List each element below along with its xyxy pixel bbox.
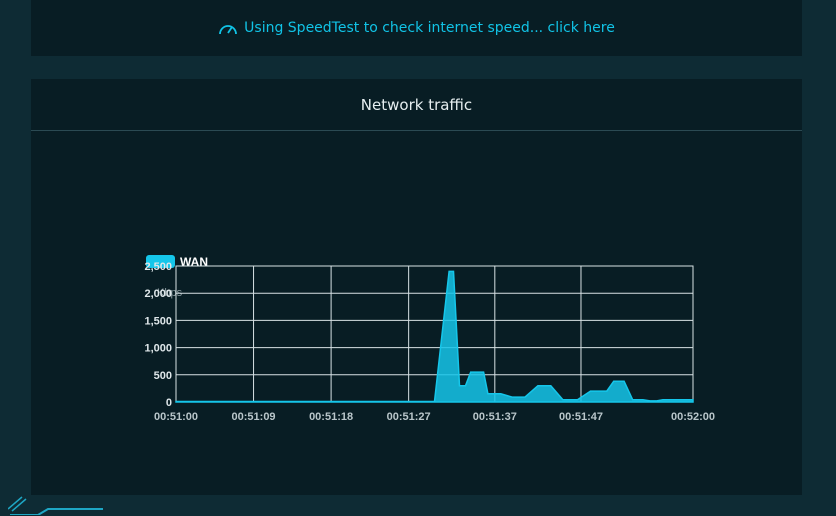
y-tick-label: 2,500 xyxy=(144,261,172,273)
speedometer-icon xyxy=(218,21,238,35)
speedtest-panel: Using SpeedTest to check internet speed.… xyxy=(31,0,802,56)
y-tick-label: 1,000 xyxy=(144,343,172,355)
x-tick-label: 00:51:00 xyxy=(154,411,198,423)
network-traffic-chart: WAN Kbps 05001,0001,5002,0002,500 00:51:… xyxy=(144,255,715,423)
legend-label-wan: WAN xyxy=(180,255,208,269)
y-tick-label: 500 xyxy=(154,370,172,382)
speedtest-link[interactable]: Using SpeedTest to check internet speed.… xyxy=(218,20,615,36)
speedtest-link-label: Using SpeedTest to check internet speed.… xyxy=(244,20,615,36)
panel-title: Network traffic xyxy=(31,79,802,131)
y-axis-ticks: 0 500 1,000 1,500 2,000 2,500 xyxy=(144,261,172,409)
x-tick-label: 00:51:09 xyxy=(232,411,276,423)
corner-decoration xyxy=(8,496,103,515)
x-axis-ticks: 00:51:00 00:51:09 00:51:18 00:51:27 00:51:37… xyxy=(154,411,715,423)
x-tick-label: 00:51:18 xyxy=(309,411,353,423)
y-tick-label: 2,000 xyxy=(144,288,172,300)
network-traffic-panel: Network traffic WAN Kbps 0 500 1,000 1,500 2… xyxy=(8,79,802,515)
x-tick-label: 00:51:47 xyxy=(559,411,603,423)
x-tick-label: 00:51:37 xyxy=(473,411,517,423)
y-tick-label: 1,500 xyxy=(144,315,172,327)
page: Using SpeedTest to check internet speed.… xyxy=(0,0,836,516)
x-tick-label: 00:52:00 xyxy=(671,411,715,423)
x-tick-label: 00:51:27 xyxy=(387,411,431,423)
y-tick-label: 0 xyxy=(166,397,172,409)
